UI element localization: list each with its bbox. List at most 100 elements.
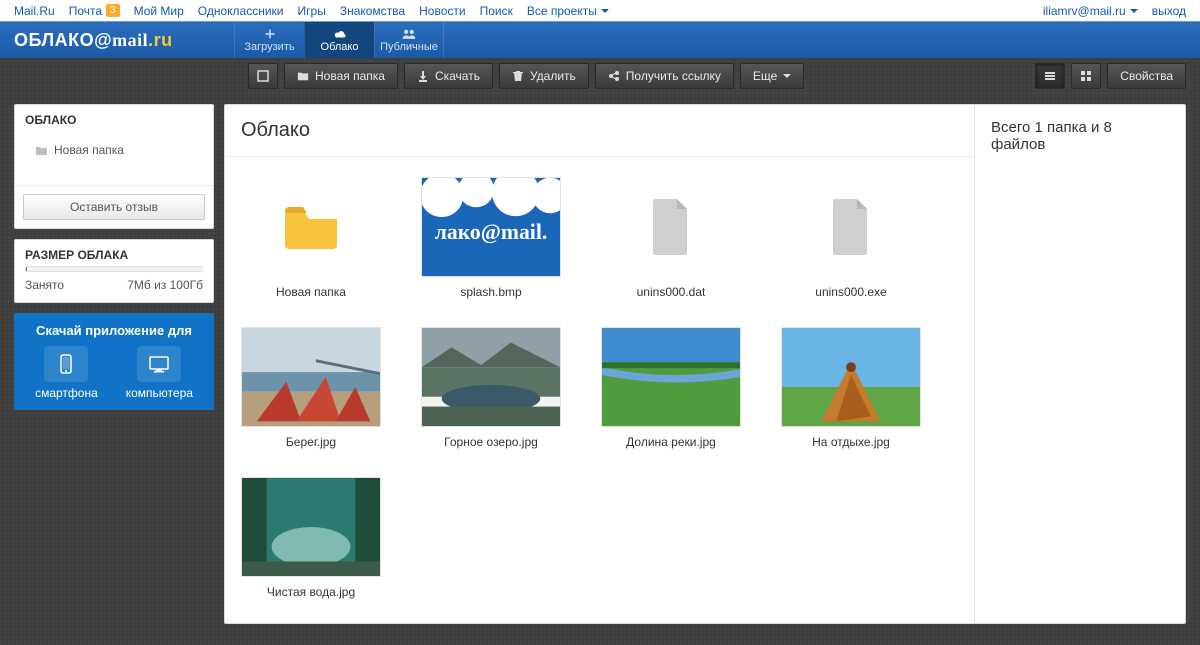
nav-tab-label: Публичные: [380, 41, 438, 53]
content-area: Облако Новая папка: [225, 105, 975, 623]
promo-label: смартфона: [35, 386, 98, 400]
feedback-button[interactable]: Оставить отзыв: [23, 194, 205, 220]
promo-computer[interactable]: компьютера: [126, 346, 193, 400]
promo-title: Скачай приложение для: [24, 323, 204, 338]
tree-item-label: Новая папка: [54, 143, 124, 157]
info-summary: Всего 1 папка и 8 файлов: [991, 119, 1169, 153]
mail-badge: 3: [106, 4, 120, 17]
portal-logout[interactable]: выход: [1152, 4, 1186, 18]
portal-link-mailru[interactable]: Mail.Ru: [14, 4, 55, 18]
promo-label: компьютера: [126, 386, 193, 400]
grid-icon: [1080, 70, 1092, 82]
chevron-down-icon: [601, 9, 609, 17]
image-thumb-icon: [242, 477, 380, 577]
storage-used-label: Занято: [25, 278, 64, 292]
image-thumb-icon: лако@mail.: [422, 177, 560, 277]
nav-tab-cloud[interactable]: Облако: [304, 22, 374, 58]
folder-icon: [297, 70, 309, 82]
logo-text-ru: .ru: [148, 30, 173, 51]
logo-text-mail: mail: [112, 30, 148, 51]
nav-tab-label: Загрузить: [244, 41, 294, 53]
tile-label: Долина реки.jpg: [626, 435, 716, 449]
brand-logo[interactable]: ОБЛАКО @ mail .ru: [14, 22, 234, 58]
folder-icon: [35, 145, 48, 156]
checkbox-icon: [257, 70, 269, 82]
toolbar: Новая папка Скачать Удалить Получить ссы…: [0, 58, 1200, 94]
tile-label: Чистая вода.jpg: [267, 585, 355, 599]
button-label: Получить ссылку: [626, 69, 721, 83]
cloud-icon: [333, 28, 347, 40]
promo-smartphone[interactable]: смартфона: [35, 346, 98, 400]
computer-icon: [147, 354, 171, 374]
get-link-button[interactable]: Получить ссылку: [595, 63, 734, 89]
portal-link-mail[interactable]: Почта 3: [69, 4, 120, 18]
delete-button[interactable]: Удалить: [499, 63, 589, 89]
file-grid: Новая папка лако@mail. splash.bmp: [225, 157, 974, 619]
view-grid-button[interactable]: [1071, 63, 1101, 89]
cloud-tree-box: ОБЛАКО Новая папка Оставить отзыв: [14, 104, 214, 229]
nav-tab-public[interactable]: Публичные: [374, 22, 444, 58]
view-list-button[interactable]: [1035, 63, 1065, 89]
button-label: Новая папка: [315, 69, 385, 83]
tile-file-exe[interactable]: unins000.exe: [781, 177, 921, 299]
storage-used-value: 7Мб из 100Гб: [127, 278, 203, 292]
tile-file-dat[interactable]: unins000.dat: [601, 177, 741, 299]
portal-link-label: Все проекты: [527, 4, 597, 18]
tile-label: На отдыхе.jpg: [812, 435, 890, 449]
main-panel: Облако Новая папка: [224, 104, 1186, 624]
image-thumb-icon: [422, 327, 560, 427]
portal-link-games[interactable]: Игры: [298, 4, 326, 18]
image-thumb-icon: [242, 327, 380, 427]
smartphone-icon: [54, 354, 78, 374]
workspace: ОБЛАКО Новая папка Оставить отзыв РАЗМЕР…: [0, 94, 1200, 638]
nav-tab-upload[interactable]: Загрузить: [234, 22, 304, 58]
portal-link-moimir[interactable]: Мой Мир: [134, 4, 184, 18]
chevron-down-icon: [783, 74, 791, 82]
new-folder-button[interactable]: Новая папка: [284, 63, 398, 89]
portal-link-news[interactable]: Новости: [419, 4, 465, 18]
select-all-checkbox[interactable]: [248, 63, 278, 89]
tile-label: unins000.exe: [815, 285, 886, 299]
storage-progress: [25, 266, 203, 272]
tree-item-new-folder[interactable]: Новая папка: [15, 139, 213, 161]
tile-image-clear-water[interactable]: Чистая вода.jpg: [241, 477, 381, 599]
portal-link-label: Почта: [69, 4, 102, 18]
storage-size-box: РАЗМЕР ОБЛАКА Занято 7Мб из 100Гб: [14, 239, 214, 303]
user-email-label: iliamrv@mail.ru: [1043, 4, 1126, 18]
portal-user-email[interactable]: iliamrv@mail.ru: [1043, 4, 1138, 18]
portal-link-allprojects[interactable]: Все проекты: [527, 4, 609, 18]
list-icon: [1044, 70, 1056, 82]
file-icon: [647, 197, 695, 257]
portal-link-ok[interactable]: Одноклассники: [198, 4, 284, 18]
people-icon: [402, 28, 416, 40]
portal-link-dating[interactable]: Знакомства: [340, 4, 405, 18]
logo-at-icon: @: [94, 30, 112, 51]
chevron-down-icon: [1130, 9, 1138, 17]
tile-label: Новая папка: [276, 285, 346, 299]
button-label: Свойства: [1120, 69, 1173, 83]
button-label: Еще: [753, 69, 777, 83]
tile-image-mountain-lake[interactable]: Горное озеро.jpg: [421, 327, 561, 449]
main-nav: ОБЛАКО @ mail .ru Загрузить Облако Публи…: [0, 22, 1200, 58]
tile-image-splash[interactable]: лако@mail. splash.bmp: [421, 177, 561, 299]
tile-image-vacation[interactable]: На отдыхе.jpg: [781, 327, 921, 449]
trash-icon: [512, 70, 524, 82]
tile-label: splash.bmp: [460, 285, 521, 299]
properties-button[interactable]: Свойства: [1107, 63, 1186, 89]
folder-icon: [281, 203, 341, 251]
download-icon: [417, 70, 429, 82]
tile-image-river-valley[interactable]: Долина реки.jpg: [601, 327, 741, 449]
tile-folder[interactable]: Новая папка: [241, 177, 381, 299]
share-icon: [608, 70, 620, 82]
download-button[interactable]: Скачать: [404, 63, 493, 89]
tile-label: Горное озеро.jpg: [444, 435, 538, 449]
tile-image-beach[interactable]: Берег.jpg: [241, 327, 381, 449]
info-panel: Всего 1 папка и 8 файлов: [975, 105, 1185, 623]
storage-size-title: РАЗМЕР ОБЛАКА: [15, 240, 213, 266]
portal-link-search[interactable]: Поиск: [480, 4, 513, 18]
cloud-tree-title: ОБЛАКО: [15, 105, 213, 135]
more-button[interactable]: Еще: [740, 63, 804, 89]
plus-icon: [263, 28, 277, 40]
logo-text-oblako: ОБЛАКО: [14, 30, 94, 51]
svg-text:лако@mail.: лако@mail.: [435, 220, 548, 244]
